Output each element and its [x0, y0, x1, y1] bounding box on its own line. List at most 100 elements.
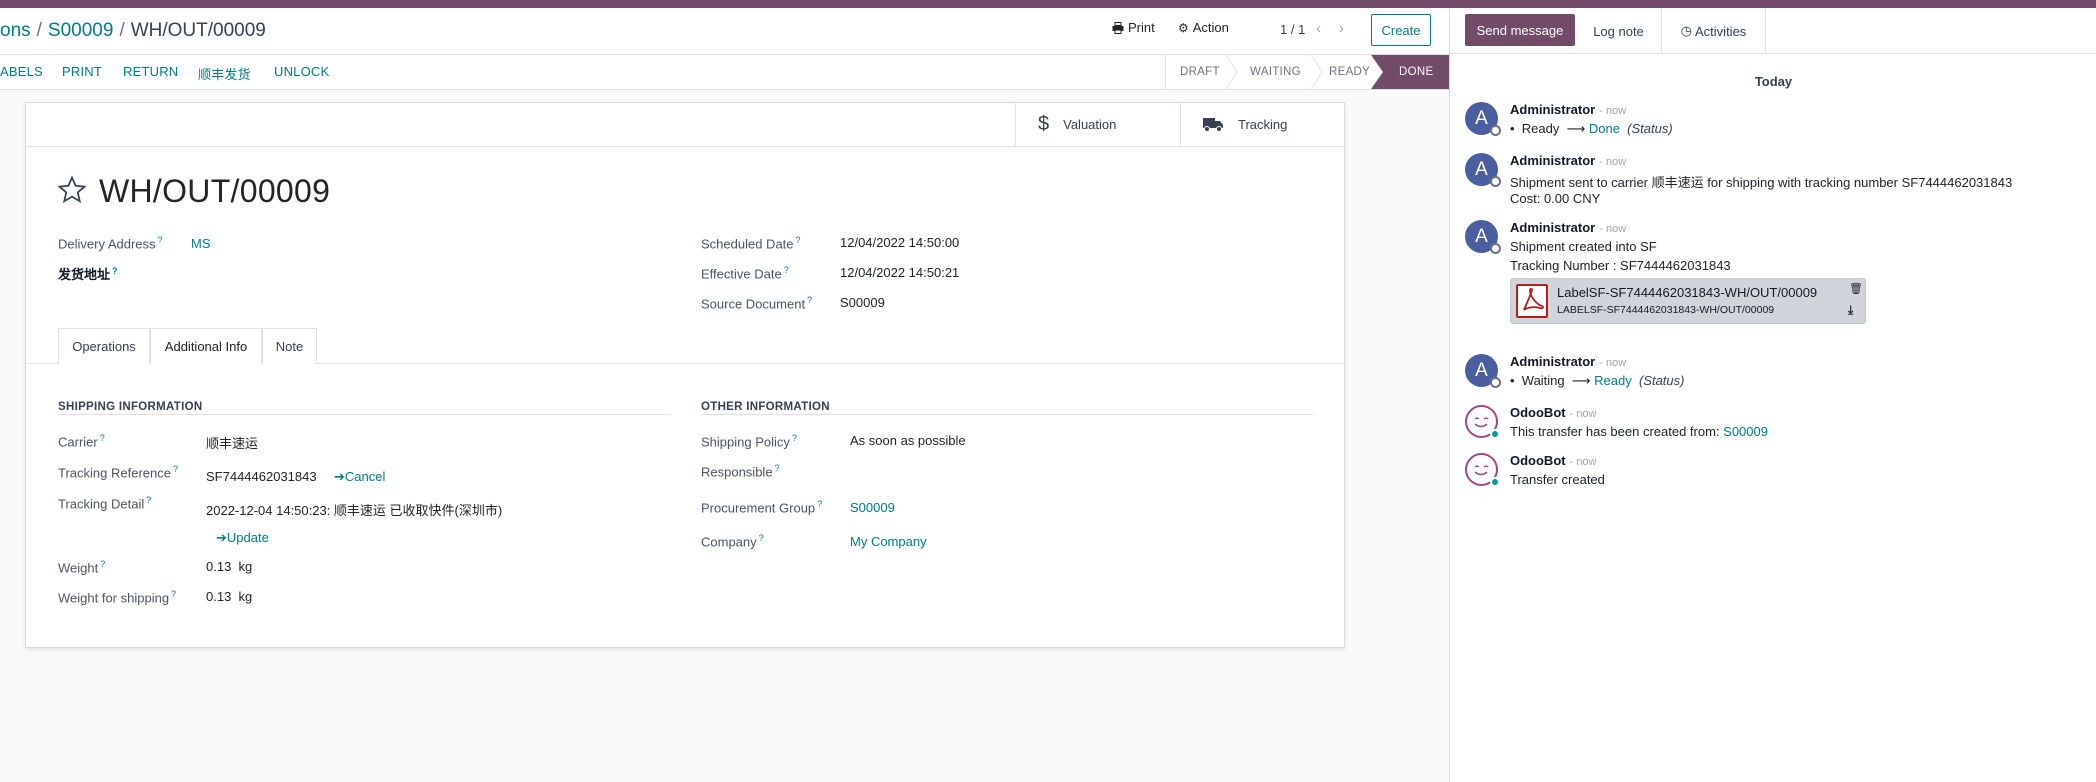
- print-button[interactable]: PRINT: [62, 64, 102, 79]
- bullet-icon: •: [1510, 121, 1522, 136]
- activities-button[interactable]: ◷ Activities: [1662, 8, 1766, 54]
- valuation-label: Valuation: [1063, 117, 1117, 132]
- message-link-order[interactable]: S00009: [1723, 424, 1768, 439]
- sf-ship-button[interactable]: 顺丰发货: [198, 64, 251, 83]
- bullet-icon: •: [1510, 373, 1522, 388]
- action-bar: ABELS PRINT RETURN 顺丰发货 UNLOCK DRAFT WAI…: [0, 54, 1449, 90]
- tracking-reference-value[interactable]: SF7444462031843: [206, 469, 317, 484]
- status-waiting[interactable]: WAITING: [1236, 55, 1312, 89]
- breadcrumb-current: WH/OUT/00009: [130, 20, 266, 41]
- carrier-label: Carrier?: [58, 433, 105, 450]
- procurement-group-value[interactable]: S00009: [850, 500, 895, 515]
- tracking-detail-label: Tracking Detail?: [58, 495, 152, 512]
- print-icon: [1112, 21, 1124, 34]
- status-chevron-done: [1371, 55, 1385, 89]
- presence-icon: [1490, 176, 1501, 187]
- message-author[interactable]: Administrator - now: [1510, 102, 1626, 117]
- presence-icon: [1490, 477, 1500, 487]
- pager-next-icon[interactable]: ›: [1339, 20, 1344, 37]
- chatter-message: OdooBot - now This transfer has been crea…: [1465, 405, 2085, 445]
- chatter: Send message Log note ◷ Activities Today …: [1449, 8, 2096, 782]
- source-document-label: Source Document?: [701, 295, 813, 312]
- dollar-icon: $: [1038, 113, 1050, 135]
- breadcrumb-parent-operations[interactable]: ons: [0, 20, 31, 41]
- record-title: WH/OUT/00009: [99, 173, 331, 209]
- arrow-right-icon: ➔: [216, 530, 227, 545]
- log-note-button[interactable]: Log note: [1576, 8, 1662, 54]
- arrow-right-icon: ➔: [334, 469, 345, 484]
- form-sheet: $ Valuation Tracking WH/OUT/00009 Delive…: [25, 102, 1345, 648]
- source-document-value[interactable]: S00009: [840, 295, 885, 310]
- pager-previous-icon[interactable]: ‹: [1316, 20, 1321, 37]
- smart-button-box: $ Valuation Tracking: [26, 103, 1344, 147]
- weight-label: Weight?: [58, 559, 106, 576]
- valuation-smart-button[interactable]: $ Valuation: [1015, 103, 1180, 146]
- tab-operations[interactable]: Operations: [58, 328, 150, 364]
- form-view: ons / S00009/WH/OUT/00009 Print ⚙ Action 1…: [0, 8, 1449, 782]
- arrow-right-icon: ⟶: [1568, 373, 1591, 388]
- message-author[interactable]: OdooBot - now: [1510, 453, 1597, 468]
- cancel-shipment-button[interactable]: ➔Cancel: [334, 469, 385, 485]
- gear-icon: ⚙: [1178, 20, 1189, 35]
- attachment-card[interactable]: LabelSF-SF7444462031843-WH/OUT/00009 LAB…: [1510, 278, 1866, 324]
- message-body: Tracking Number : SF7444462031843: [1510, 258, 1731, 273]
- breadcrumb-parent-order[interactable]: S00009: [48, 20, 114, 41]
- breadcrumb: ons / S00009/WH/OUT/00009: [0, 20, 266, 42]
- chatter-message: OdooBot - now Transfer created: [1465, 453, 2085, 493]
- print-label: Print: [1128, 20, 1155, 35]
- carrier-value[interactable]: 顺丰速运: [206, 433, 258, 452]
- message-author[interactable]: Administrator - now: [1510, 153, 1626, 168]
- presence-icon: [1490, 429, 1500, 439]
- download-icon[interactable]: ⤓: [1848, 303, 1853, 318]
- tab-additional-info[interactable]: Additional Info: [150, 328, 262, 365]
- message-author[interactable]: Administrator - now: [1510, 354, 1626, 369]
- attachment-name: LabelSF-SF7444462031843-WH/OUT/00009: [1557, 285, 1818, 300]
- presence-icon: [1490, 243, 1501, 254]
- tracking-detail-value: 2022-12-04 14:50:23: 顺丰速运 已收取快件(深圳市): [206, 503, 503, 518]
- action-label: Action: [1192, 20, 1229, 35]
- tracking-smart-button[interactable]: Tracking: [1180, 103, 1344, 146]
- tracking-label: Tracking: [1238, 117, 1288, 132]
- company-label: Company?: [701, 533, 764, 550]
- print-menu-button[interactable]: Print: [1112, 20, 1155, 35]
- status-done[interactable]: DONE: [1385, 55, 1449, 89]
- unlock-button[interactable]: UNLOCK: [274, 64, 329, 79]
- update-tracking-button[interactable]: ➔Update: [216, 530, 269, 546]
- delivery-address-label: Delivery Address?: [58, 235, 163, 252]
- arrow-right-icon: ⟶: [1562, 121, 1586, 136]
- message-body: Shipment sent to carrier 顺丰速运 for shippi…: [1510, 175, 2013, 190]
- star-icon[interactable]: [57, 175, 87, 205]
- send-message-button[interactable]: Send message: [1465, 14, 1575, 46]
- weight-for-shipping-label: Weight for shipping?: [58, 589, 177, 606]
- trash-icon[interactable]: 🗑: [1849, 282, 1863, 295]
- message-author[interactable]: OdooBot - now: [1510, 405, 1597, 420]
- clock-icon: ◷: [1680, 23, 1693, 38]
- date-separator: Today: [1754, 74, 1793, 89]
- message-author[interactable]: Administrator - now: [1510, 220, 1626, 235]
- action-menu-button[interactable]: ⚙ Action: [1178, 20, 1229, 35]
- group-divider: [701, 414, 1313, 415]
- return-button[interactable]: RETURN: [123, 64, 178, 79]
- control-panel: ons / S00009/WH/OUT/00009 Print ⚙ Action 1…: [0, 8, 1449, 54]
- truck-icon: [1203, 118, 1223, 132]
- chatter-message: A Administrator - now • Waiting ⟶ Ready (…: [1465, 354, 2085, 394]
- procurement-group-label: Procurement Group?: [701, 499, 823, 516]
- company-value[interactable]: My Company: [850, 534, 927, 549]
- pager-value[interactable]: 1 / 1: [1280, 22, 1305, 37]
- presence-icon: [1490, 125, 1501, 136]
- breadcrumb-separator: /: [36, 20, 42, 41]
- chatter-topbar: Send message Log note ◷ Activities: [1450, 8, 2096, 54]
- labels-button[interactable]: ABELS: [0, 64, 43, 79]
- tracking-change: • Ready ⟶ Done (Status): [1510, 121, 1673, 136]
- status-draft[interactable]: DRAFT: [1165, 55, 1227, 89]
- delivery-address-value[interactable]: MS: [191, 236, 211, 251]
- group-divider: [58, 414, 670, 415]
- message-body: Shipment created into SF: [1510, 239, 1657, 254]
- scheduled-date-value[interactable]: 12/04/2022 14:50:00: [840, 235, 959, 250]
- chatter-message: A Administrator - now • Ready ⟶ Done (Sta…: [1465, 102, 2085, 142]
- shipping-policy-value[interactable]: As soon as possible: [850, 433, 966, 448]
- scheduled-date-label: Scheduled Date?: [701, 235, 801, 252]
- create-button[interactable]: Create: [1371, 14, 1431, 46]
- tracking-change: • Waiting ⟶ Ready (Status): [1510, 373, 1685, 388]
- tab-note[interactable]: Note: [262, 328, 317, 364]
